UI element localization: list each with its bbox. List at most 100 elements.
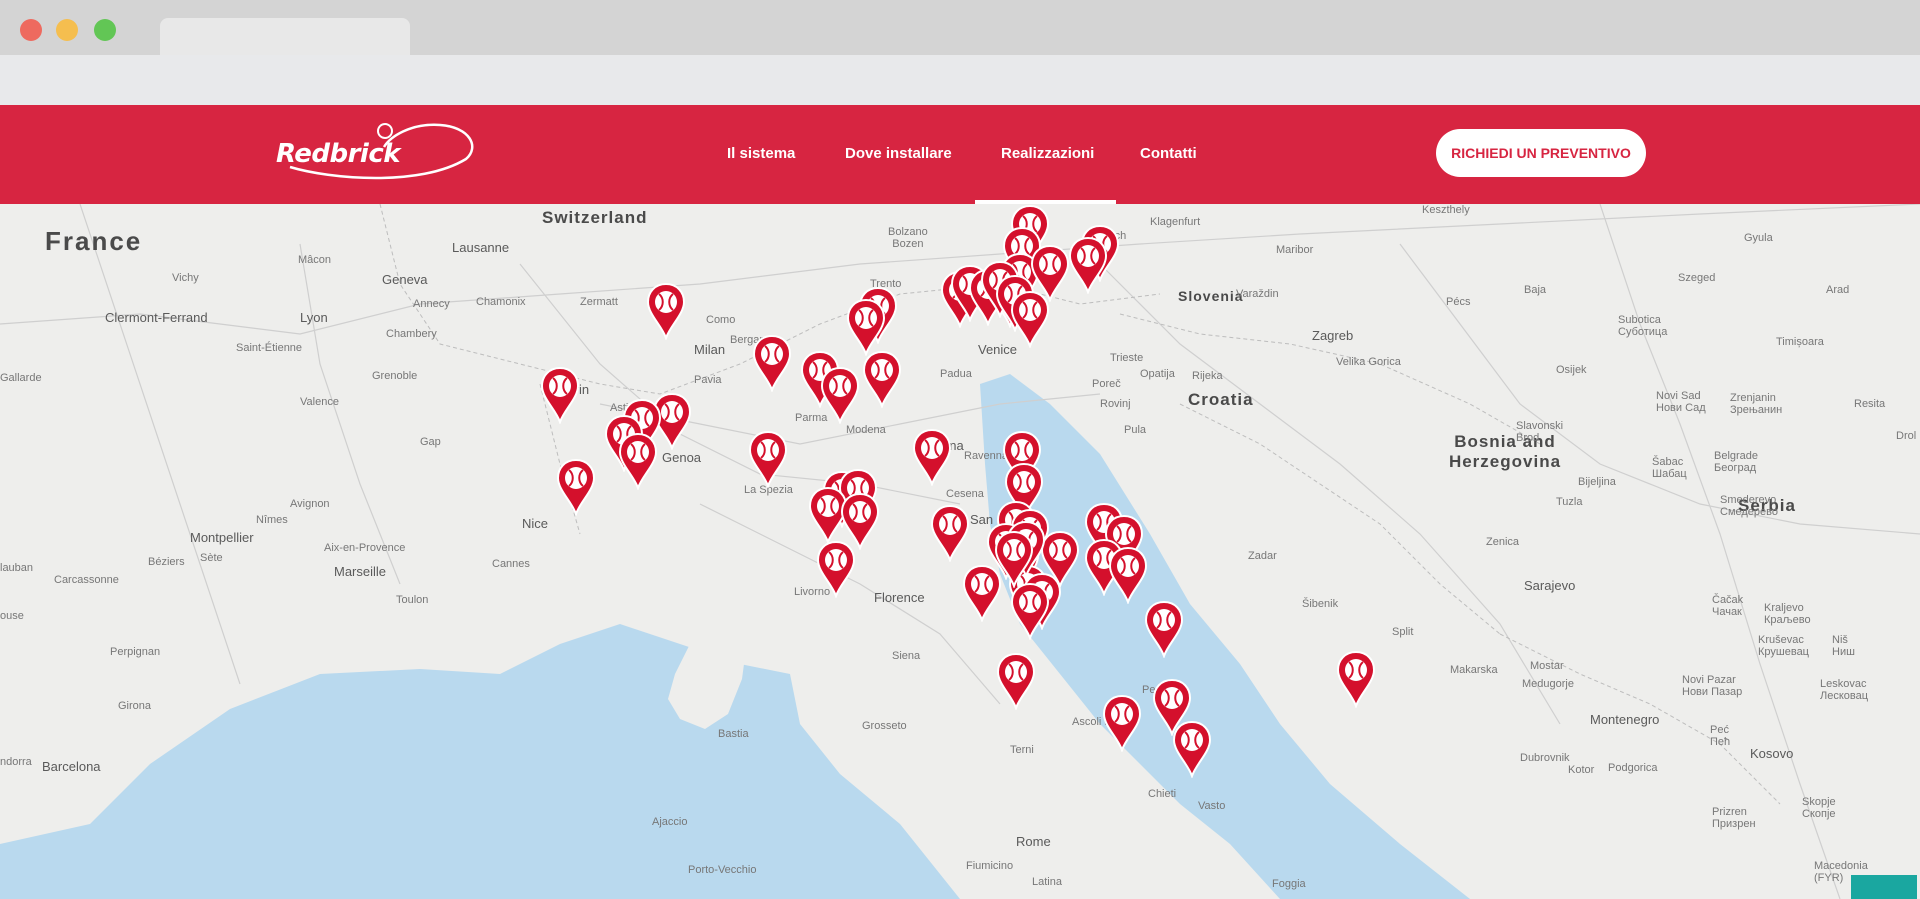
map-label-city: Trieste: [1110, 352, 1144, 364]
map-label-city: Perpignan: [110, 646, 161, 658]
map-label-city: Novi Pazar Нови Пазар: [1682, 674, 1743, 698]
map-label-city: Skopje Скопје: [1802, 796, 1836, 820]
installation-pin[interactable]: [912, 428, 952, 488]
map-label-city: Terni: [1010, 744, 1034, 756]
tennis-ball-icon: [1144, 600, 1184, 660]
map-label-city: Rijeka: [1192, 370, 1223, 382]
nav-realizzazioni[interactable]: Realizzazioni: [1001, 145, 1094, 162]
tennis-ball-icon: [752, 334, 792, 394]
redbrick-logo[interactable]: Redbrick: [270, 117, 480, 193]
installation-pin[interactable]: [748, 430, 788, 490]
map-label-switzerland: Switzerland: [542, 208, 648, 227]
map-label-city: Florence: [874, 590, 925, 605]
map-label-city: Maribor: [1276, 244, 1314, 256]
map-label-city: Šabac Шабац: [1652, 456, 1687, 480]
map-label-city: Drol: [1896, 430, 1917, 442]
map-label-city: Belgrade Београд: [1714, 450, 1759, 474]
map-label-city: Aix-en-Provence: [324, 542, 406, 554]
installation-pin[interactable]: [646, 282, 686, 342]
map-label-city: Szeged: [1678, 272, 1716, 284]
map-label-city: Nice: [522, 516, 549, 531]
map-label-city: Siena: [892, 650, 921, 662]
installation-pin[interactable]: [1010, 582, 1050, 642]
map-label-city: Resita: [1854, 398, 1886, 410]
map-label-city: Zermatt: [580, 296, 618, 308]
map-label-city: Osijek: [1556, 364, 1587, 376]
map-label-city: Lyon: [300, 310, 328, 325]
installation-pin[interactable]: [994, 530, 1034, 590]
installation-pin[interactable]: [996, 652, 1036, 712]
map-label-city: Zagreb: [1312, 328, 1354, 343]
installation-pin[interactable]: [1010, 290, 1050, 350]
map-label-city: Baja: [1524, 284, 1547, 296]
map-label-city: Carcassonne: [54, 574, 119, 586]
map-label-city: Cannes: [492, 558, 530, 570]
map-label-city: Gallarde: [0, 372, 42, 384]
installation-pin[interactable]: [930, 504, 970, 564]
nav-contatti[interactable]: Contatti: [1140, 145, 1197, 162]
tennis-ball-icon: [618, 432, 658, 492]
installation-pin[interactable]: [1102, 694, 1142, 754]
installation-pin[interactable]: [862, 350, 902, 410]
installations-map[interactable]: France Switzerland Slovenia Croatia Bosn…: [0, 204, 1920, 899]
map-label-city: Šibenik: [1302, 598, 1339, 610]
installation-pin[interactable]: [820, 366, 860, 426]
map-label-city: Opatija: [1140, 368, 1175, 380]
map-label-city: Como: [706, 314, 736, 326]
window-maximize-icon[interactable]: [94, 19, 116, 41]
map-label-city: Pécs: [1446, 296, 1471, 308]
nav-il-sistema[interactable]: Il sistema: [727, 145, 795, 162]
map-label-city: Ajaccio: [652, 816, 688, 828]
tennis-ball-icon: [994, 530, 1034, 590]
map-label-city: Nîmes: [256, 514, 288, 526]
map-label-city: Modena: [846, 424, 886, 436]
map-label-city: Klagenfurt: [1150, 216, 1201, 228]
tennis-ball-icon: [1068, 236, 1108, 296]
map-label-city: Zenica: [1486, 536, 1520, 548]
tennis-ball-icon: [930, 504, 970, 564]
map-label-city: Tuzla: [1556, 496, 1583, 508]
map-label-city: Podgorica: [1608, 762, 1658, 774]
map-label-city: Fiumicino: [966, 860, 1014, 872]
map-label-city: Sarajevo: [1524, 578, 1576, 593]
installation-pin[interactable]: [1108, 546, 1148, 606]
tennis-ball-icon: [862, 350, 902, 410]
map-label-city: Porto-Vecchio: [688, 864, 757, 876]
nav-dove-installare[interactable]: Dove installare: [845, 145, 952, 162]
map-label-city: Smederevo Смедерево: [1720, 494, 1778, 518]
map-label-city: Niš Ниш: [1832, 634, 1855, 658]
richiedi-preventivo-button[interactable]: RICHIEDI UN PREVENTIVO: [1436, 129, 1646, 177]
installation-pin[interactable]: [816, 540, 856, 600]
map-label-city: Vichy: [172, 272, 199, 284]
installation-pin[interactable]: [1068, 236, 1108, 296]
map-label-city: Milan: [694, 342, 726, 357]
map-label-city: Bolzano Bozen: [888, 226, 928, 250]
map-label-city: Montpellier: [190, 530, 254, 545]
installation-pin[interactable]: [752, 334, 792, 394]
window-minimize-icon[interactable]: [56, 19, 78, 41]
map-label-city: Chamonix: [476, 296, 526, 308]
map-label-city: Rovinj: [1100, 398, 1131, 410]
map-label-city: Annecy: [413, 298, 450, 310]
map-label-city: Sète: [200, 552, 223, 564]
installation-pin[interactable]: [540, 366, 580, 426]
chat-widget-button[interactable]: [1851, 875, 1917, 899]
installation-pin[interactable]: [846, 298, 886, 358]
map-label-city: Timișoara: [1776, 336, 1824, 348]
map-label-slovenia: Slovenia: [1178, 288, 1244, 304]
installation-pin[interactable]: [556, 458, 596, 518]
map-label-city: Makarska: [1450, 664, 1498, 676]
map-label-city: Zrenjanin Зрењанин: [1730, 392, 1783, 416]
map-label-city: Gap: [420, 436, 441, 448]
installation-pin[interactable]: [1172, 720, 1212, 780]
installation-pin[interactable]: [618, 432, 658, 492]
map-label-city: Toulon: [396, 594, 429, 606]
installation-pin[interactable]: [1144, 600, 1184, 660]
map-label-city: Girona: [118, 700, 152, 712]
window-close-icon[interactable]: [20, 19, 42, 41]
browser-tab[interactable]: [160, 18, 410, 56]
installation-pin[interactable]: [1336, 650, 1376, 710]
map-label-city: Leskovac Лесковац: [1820, 678, 1869, 702]
map-label-city: Pavia: [694, 374, 722, 386]
tennis-ball-icon: [1336, 650, 1376, 710]
